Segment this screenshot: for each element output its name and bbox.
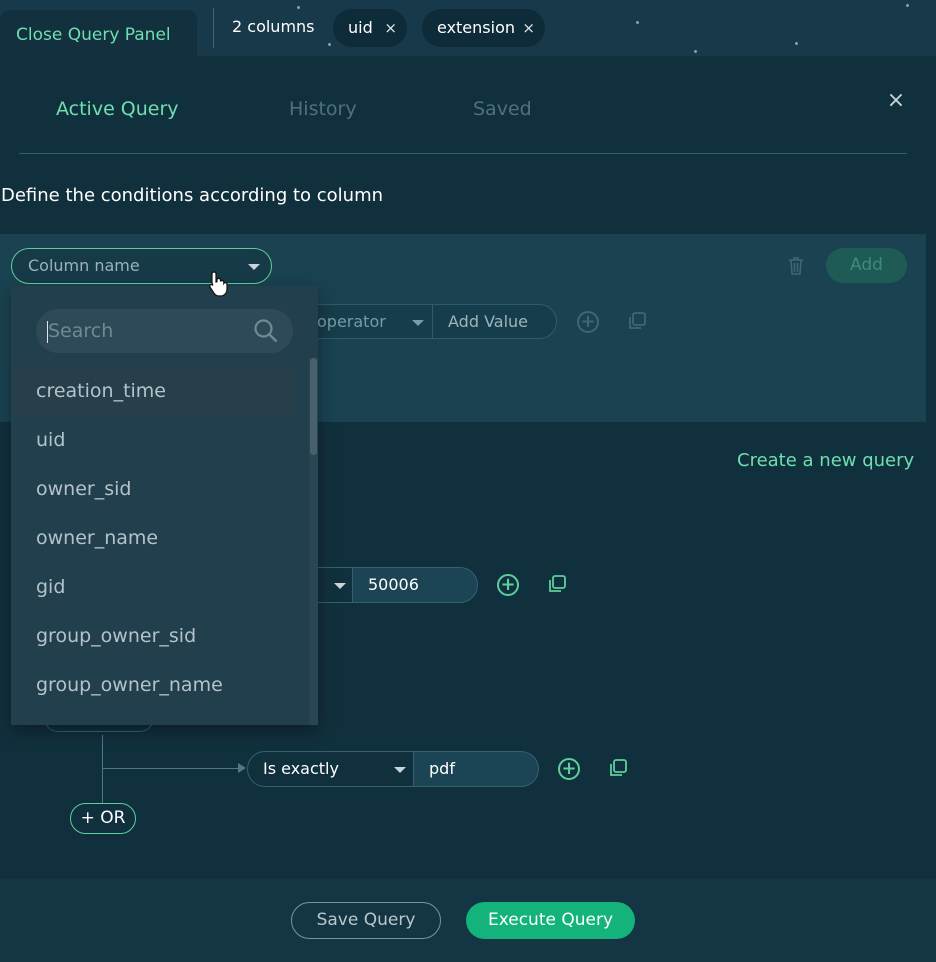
execute-query-button[interactable]: Execute Query: [466, 902, 635, 939]
value-input[interactable]: 50006: [352, 567, 478, 603]
chevron-down-icon: [248, 264, 260, 270]
chip-label: extension: [437, 18, 515, 37]
add-circle-icon[interactable]: +: [558, 758, 580, 780]
background-star: [694, 50, 697, 53]
tab-saved[interactable]: Saved: [473, 96, 532, 122]
create-new-query-link[interactable]: Create a new query: [737, 449, 914, 473]
column-count: 2 columns: [232, 17, 315, 36]
operator-select[interactable]: Is exactly: [247, 751, 414, 787]
column-name-select[interactable]: Column name: [11, 248, 272, 284]
dropdown-option[interactable]: owner_name: [11, 514, 293, 563]
add-circle-icon[interactable]: +: [577, 311, 599, 333]
close-query-panel-tab[interactable]: Close Query Panel: [0, 10, 197, 60]
dropdown-option[interactable]: uid: [11, 416, 293, 465]
background-star: [328, 43, 331, 46]
column-chip-extension[interactable]: extension ×: [422, 9, 545, 47]
copy-icon[interactable]: [608, 758, 628, 778]
tab-history[interactable]: History: [289, 96, 357, 122]
add-circle-icon[interactable]: +: [497, 574, 519, 596]
tree-connector: [103, 768, 243, 769]
instructions-text: Define the conditions according to colum…: [1, 185, 384, 206]
add-condition-button[interactable]: Add: [826, 248, 907, 283]
chip-label: uid: [348, 18, 373, 37]
close-icon[interactable]: ×: [886, 88, 906, 114]
background-star: [636, 21, 639, 24]
dropdown-option[interactable]: group_owner_sid: [11, 612, 293, 661]
arrow-right-icon: [238, 763, 246, 773]
add-or-button[interactable]: + OR: [70, 803, 136, 834]
background-star: [297, 6, 300, 9]
value-input[interactable]: Add Value: [432, 304, 557, 339]
divider: [213, 8, 214, 48]
tree-connector: [102, 735, 103, 803]
chevron-down-icon: [412, 320, 424, 326]
operator-placeholder: operator: [317, 312, 386, 331]
dropdown-option[interactable]: creation_time: [11, 367, 293, 416]
dropdown-option[interactable]: gid: [11, 563, 293, 612]
dropdown-option[interactable]: owner_sid: [11, 465, 293, 514]
scrollbar-thumb[interactable]: [310, 358, 317, 455]
chevron-down-icon: [394, 767, 406, 773]
dropdown-option[interactable]: group_owner_name: [11, 661, 293, 710]
operator-value: Is exactly: [263, 759, 339, 778]
column-chip-uid[interactable]: uid ×: [333, 9, 407, 47]
column-name-placeholder: Column name: [28, 256, 140, 275]
save-query-button[interactable]: Save Query: [291, 902, 441, 939]
text-cursor: [47, 321, 48, 343]
tab-divider: [19, 153, 907, 154]
copy-icon[interactable]: [627, 311, 647, 331]
background-star: [906, 4, 909, 7]
remove-chip-icon[interactable]: ×: [384, 9, 397, 47]
search-icon: [252, 317, 280, 345]
tab-active-query[interactable]: Active Query: [56, 96, 179, 122]
hand-pointer-icon: [207, 270, 229, 298]
chevron-down-icon: [334, 583, 346, 589]
trash-icon[interactable]: [786, 255, 806, 277]
background-star: [795, 42, 798, 45]
remove-chip-icon[interactable]: ×: [522, 9, 535, 47]
copy-icon[interactable]: [547, 574, 567, 594]
value-input[interactable]: pdf: [413, 751, 539, 787]
